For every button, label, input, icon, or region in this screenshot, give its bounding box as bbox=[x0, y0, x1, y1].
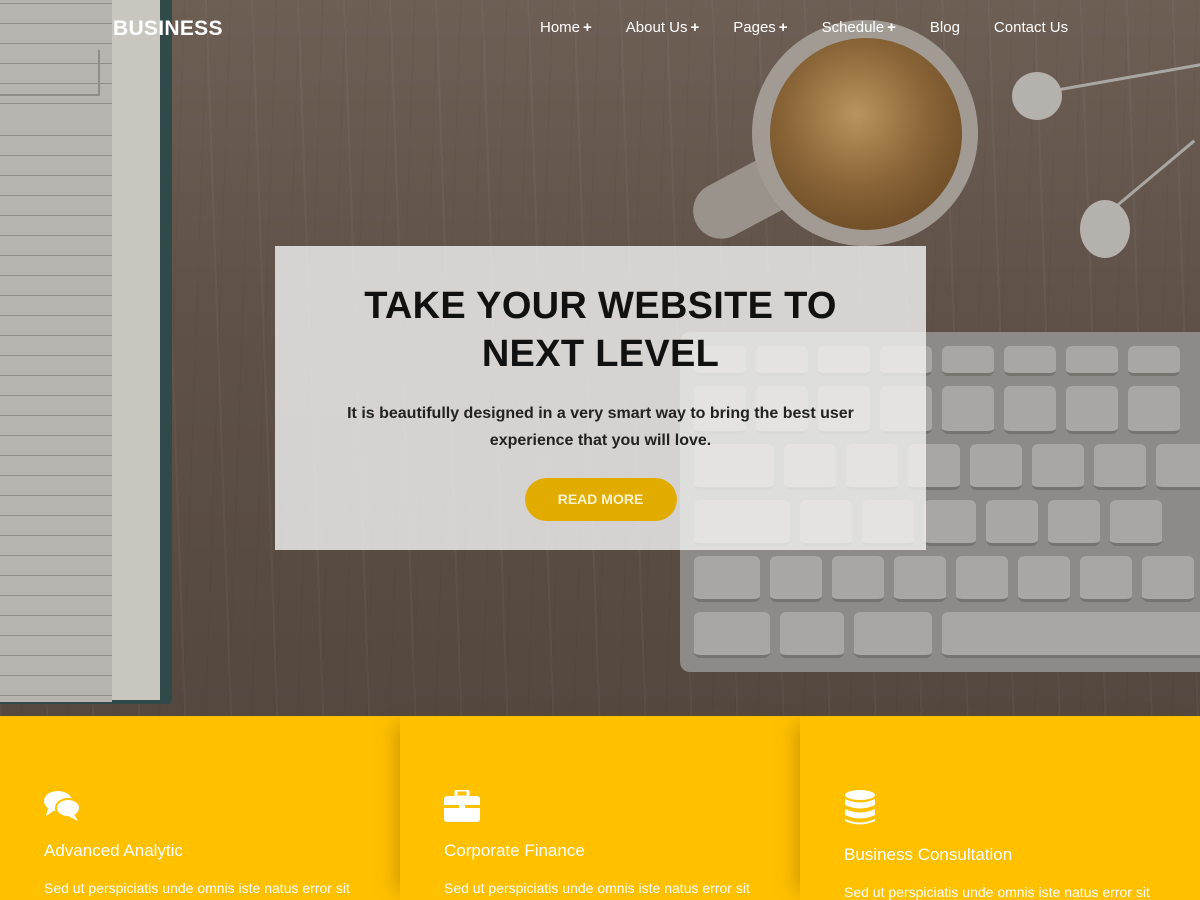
nav-item-home[interactable]: Home + bbox=[540, 18, 592, 38]
nav-item-about-us[interactable]: About Us + bbox=[626, 18, 699, 38]
feature-text: Sed ut perspiciatis unde omnis iste natu… bbox=[44, 880, 350, 896]
plus-icon[interactable]: + bbox=[583, 19, 592, 36]
database-icon bbox=[844, 790, 880, 830]
notebook-image bbox=[0, 0, 180, 706]
hero-title-line2: NEXT LEVEL bbox=[481, 333, 720, 375]
nav-item-schedule[interactable]: Schedule + bbox=[822, 18, 896, 38]
feature-title: Business Consultation bbox=[844, 845, 1013, 864]
feature-title: Advanced Analytic bbox=[44, 841, 183, 860]
nav-item-label: Schedule bbox=[821, 19, 885, 36]
hero-title-line1: TAKE YOUR WEBSITE TO bbox=[364, 285, 837, 327]
main-navigation: Home + About Us + Pages + Schedule + Blog Co… bbox=[540, 18, 1068, 38]
nav-item-pages[interactable]: Pages + bbox=[733, 18, 787, 38]
nav-item-contact-us[interactable]: Contact Us bbox=[994, 18, 1068, 38]
nav-item-blog[interactable]: Blog bbox=[930, 18, 960, 38]
plus-icon[interactable]: + bbox=[779, 19, 788, 36]
earbud-image bbox=[1012, 72, 1062, 120]
comments-icon bbox=[44, 791, 81, 826]
feature-card: Advanced Analytic Sed ut perspiciatis un… bbox=[0, 716, 400, 900]
briefcase-icon bbox=[444, 788, 480, 826]
earbud-image bbox=[1080, 200, 1130, 258]
feature-text: Sed ut perspiciatis unde omnis iste natu… bbox=[444, 880, 750, 896]
feature-card: Business Consultation Sed ut perspiciati… bbox=[800, 716, 1200, 900]
coffee-image bbox=[770, 38, 962, 230]
plus-icon[interactable]: + bbox=[690, 19, 699, 36]
read-more-button[interactable]: READ MORE bbox=[524, 478, 677, 521]
nav-item-label: Contact Us bbox=[993, 19, 1069, 36]
hero-title: TAKE YOUR WEBSITE TO NEXT LEVEL bbox=[275, 282, 926, 378]
nav-item-label: Home bbox=[540, 19, 581, 36]
nav-item-label: About Us bbox=[625, 19, 688, 36]
hero-section: TAKE YOUR WEBSITE TO NEXT LEVEL It is be… bbox=[0, 0, 1200, 716]
feature-card: Corporate Finance Sed ut perspiciatis un… bbox=[400, 716, 800, 900]
nav-item-label: Pages bbox=[733, 19, 776, 36]
feature-text: Sed ut perspiciatis unde omnis iste natu… bbox=[844, 884, 1150, 900]
hero-card: TAKE YOUR WEBSITE TO NEXT LEVEL It is be… bbox=[275, 246, 926, 550]
plus-icon[interactable]: + bbox=[887, 19, 896, 36]
site-logo[interactable]: BUSINESS bbox=[113, 17, 223, 41]
nav-item-label: Blog bbox=[929, 19, 960, 36]
features-section: Advanced Analytic Sed ut perspiciatis un… bbox=[0, 716, 1200, 900]
feature-title: Corporate Finance bbox=[444, 841, 585, 860]
hero-subtitle: It is beautifully designed in a very sma… bbox=[347, 405, 854, 449]
